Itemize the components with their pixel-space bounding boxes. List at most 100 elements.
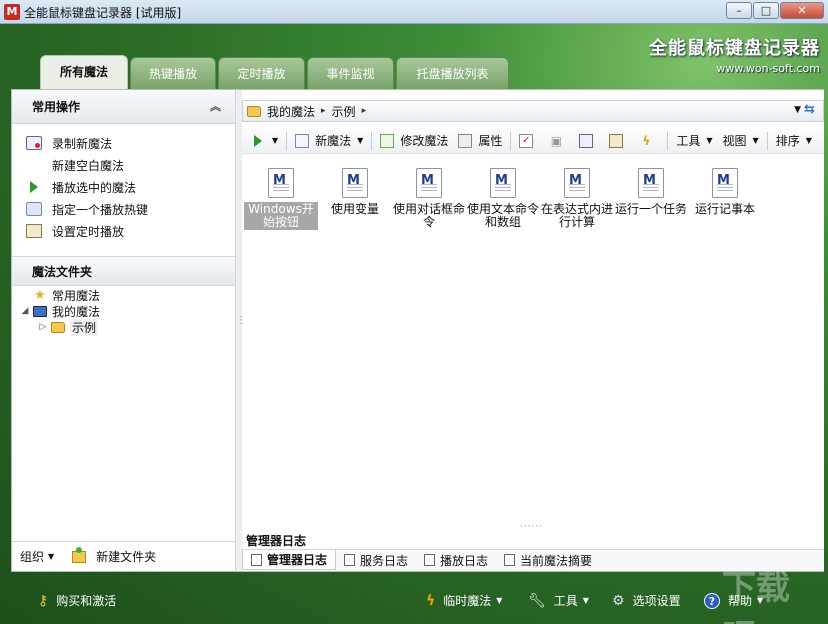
chevron-down-icon[interactable]: ▼ bbox=[357, 136, 363, 145]
tree-item-my-magic[interactable]: ◢ 我的魔法 bbox=[12, 303, 235, 319]
options-label: 选项设置 bbox=[632, 594, 681, 608]
common-ops-header: 常用操作 ︽ bbox=[12, 90, 235, 124]
file-item[interactable]: 运行一个任务 bbox=[614, 168, 688, 217]
magic-file-icon bbox=[638, 168, 664, 198]
tree-item-examples[interactable]: ▷ 示例 bbox=[12, 318, 235, 336]
magic-file-icon bbox=[268, 168, 294, 198]
tab-manager-log[interactable]: 管理器日志 bbox=[242, 550, 337, 570]
tools-menu-button[interactable]: 工具 ▼ bbox=[671, 130, 717, 152]
address-bar: 我的魔法 ▸ 示例 ▸ ▼ ⇆ bbox=[242, 100, 824, 122]
tree-label: 我的魔法 bbox=[52, 304, 101, 319]
file-item[interactable]: 使用对话框命令 bbox=[392, 168, 466, 230]
sort-menu-button[interactable]: 排序 ▼ bbox=[771, 130, 817, 152]
window-title: 全能鼠标键盘记录器 [试用版] bbox=[24, 6, 182, 20]
toolbar-divider bbox=[286, 131, 288, 150]
edit-magic-button[interactable]: 修改魔法 bbox=[375, 130, 453, 152]
collapse-arrow-icon[interactable]: ▷ bbox=[38, 322, 48, 332]
chevron-down-icon[interactable]: ▼ bbox=[496, 596, 502, 605]
log-tab-label: 当前魔法摘要 bbox=[520, 553, 593, 568]
maximize-button[interactable]: □ bbox=[753, 2, 779, 19]
tree-item-favorites[interactable]: ★ 常用魔法 bbox=[12, 287, 235, 303]
file-label: Windows开始按钮 bbox=[244, 202, 318, 230]
chevron-down-icon[interactable]: ▼ bbox=[272, 136, 278, 145]
op-label: 设置定时播放 bbox=[52, 224, 125, 239]
chevron-down-icon[interactable]: ▼ bbox=[706, 136, 712, 145]
check-button[interactable]: ✓ bbox=[514, 130, 544, 152]
bottom-tools-label: 工具 bbox=[553, 594, 578, 608]
properties-button[interactable]: 属性 bbox=[453, 130, 507, 152]
op-play-selected[interactable]: 播放选中的魔法 bbox=[12, 176, 235, 198]
breadcrumb-my-magic[interactable]: 我的魔法 bbox=[267, 103, 315, 120]
tab-play-log[interactable]: 播放日志 bbox=[416, 550, 496, 570]
op-record-new-magic[interactable]: 录制新魔法 bbox=[12, 132, 235, 154]
close-button[interactable]: ✕ bbox=[780, 2, 824, 19]
chevron-down-icon[interactable]: ▼ bbox=[583, 596, 589, 605]
properties-icon bbox=[458, 133, 473, 148]
common-ops-title: 常用操作 bbox=[32, 100, 81, 114]
file-label: 运行一个任务 bbox=[615, 202, 688, 216]
op-label: 指定一个播放热键 bbox=[52, 202, 149, 217]
schedule-button[interactable] bbox=[604, 130, 634, 152]
bottom-tools-button[interactable]: 🔧︎ 工具 ▼ bbox=[528, 592, 589, 609]
tools-label: 工具 bbox=[676, 134, 701, 148]
options-button[interactable]: ⚙ 选项设置 bbox=[612, 592, 681, 609]
view-menu-button[interactable]: 视图 ▼ bbox=[718, 130, 764, 152]
sidebar: 常用操作 ︽ 录制新魔法 新建空白魔法 播放选中的魔法 指定一个播放热键 设置定… bbox=[12, 90, 236, 571]
expand-arrow-icon[interactable]: ◢ bbox=[20, 306, 30, 316]
file-item[interactable]: 使用文本命令和数组 bbox=[466, 168, 540, 230]
brand-url: www.won-soft.com bbox=[716, 62, 820, 75]
op-assign-hotkey[interactable]: 指定一个播放热键 bbox=[12, 198, 235, 220]
magic-file-icon bbox=[712, 168, 738, 198]
log-tab-label: 管理器日志 bbox=[267, 553, 328, 567]
breadcrumb-arrow-icon[interactable]: ▸ bbox=[362, 106, 367, 116]
op-set-schedule[interactable]: 设置定时播放 bbox=[12, 220, 235, 242]
record-icon bbox=[26, 136, 42, 150]
tab-service-log[interactable]: 服务日志 bbox=[336, 550, 416, 570]
file-item[interactable]: 使用变量 bbox=[318, 168, 392, 217]
log-resize-handle[interactable]: ······ bbox=[520, 522, 543, 532]
minimize-button[interactable]: – bbox=[726, 2, 752, 19]
tab-tray-playlist[interactable]: 托盘播放列表 bbox=[396, 57, 509, 89]
temp-magic-button[interactable]: ϟ 临时魔法 ▼ bbox=[426, 592, 502, 609]
record-button[interactable] bbox=[574, 130, 604, 152]
collapse-icon[interactable]: ︽ bbox=[210, 90, 221, 124]
tab-scheduled-play[interactable]: 定时播放 bbox=[218, 57, 305, 89]
chevron-down-icon[interactable]: ▼ bbox=[806, 136, 812, 145]
organize-button[interactable]: 组织 bbox=[20, 548, 44, 565]
gear-icon: ⚙ bbox=[612, 592, 625, 609]
help-icon: ? bbox=[704, 592, 720, 609]
new-folder-button[interactable]: 新建文件夹 bbox=[96, 548, 156, 565]
tab-current-summary[interactable]: 当前魔法摘要 bbox=[496, 550, 600, 570]
event-button[interactable]: ϟ bbox=[634, 130, 664, 152]
toolbar-divider bbox=[371, 131, 373, 150]
refresh-icon[interactable]: ⇆ bbox=[804, 102, 820, 118]
tab-hotkey-play[interactable]: 热键播放 bbox=[130, 57, 216, 89]
sort-label: 排序 bbox=[775, 134, 800, 148]
lock-button[interactable]: ▣ bbox=[544, 130, 574, 152]
tab-event-monitor[interactable]: 事件监视 bbox=[307, 57, 394, 89]
play-button[interactable]: ▼ bbox=[242, 130, 283, 152]
op-label: 播放选中的魔法 bbox=[52, 180, 137, 195]
schedule-icon bbox=[609, 133, 624, 148]
breadcrumb-examples[interactable]: 示例 bbox=[332, 103, 356, 120]
chevron-down-icon[interactable]: ▼ bbox=[753, 136, 759, 145]
log-document-icon bbox=[344, 554, 356, 566]
magic-file-icon bbox=[490, 168, 516, 198]
op-label: 新建空白魔法 bbox=[52, 158, 125, 173]
app-logo-icon: M bbox=[4, 4, 20, 20]
brand-title: 全能鼠标键盘记录器 bbox=[649, 38, 820, 59]
op-new-blank-magic[interactable]: 新建空白魔法 bbox=[12, 154, 235, 176]
new-magic-button[interactable]: 新魔法 ▼ bbox=[290, 130, 368, 152]
brand-banner: 全能鼠标键盘记录器 www.won-soft.com bbox=[649, 34, 820, 75]
breadcrumb-arrow-icon[interactable]: ▸ bbox=[321, 106, 326, 116]
file-item[interactable]: Windows开始按钮 bbox=[244, 168, 318, 230]
content-panel: 常用操作 ︽ 录制新魔法 新建空白魔法 播放选中的魔法 指定一个播放热键 设置定… bbox=[11, 89, 824, 572]
file-item[interactable]: 运行记事本 bbox=[688, 168, 762, 217]
magic-file-icon bbox=[564, 168, 590, 198]
address-dropdown-icon[interactable]: ▼ bbox=[794, 105, 801, 115]
new-folder-icon bbox=[72, 546, 87, 563]
buy-activate-button[interactable]: ⚷ 购买和激活 bbox=[38, 592, 116, 609]
chevron-down-icon[interactable]: ▼ bbox=[48, 552, 54, 561]
file-item[interactable]: 在表达式内进行计算 bbox=[540, 168, 614, 230]
tab-all-magic[interactable]: 所有魔法 bbox=[40, 55, 128, 89]
